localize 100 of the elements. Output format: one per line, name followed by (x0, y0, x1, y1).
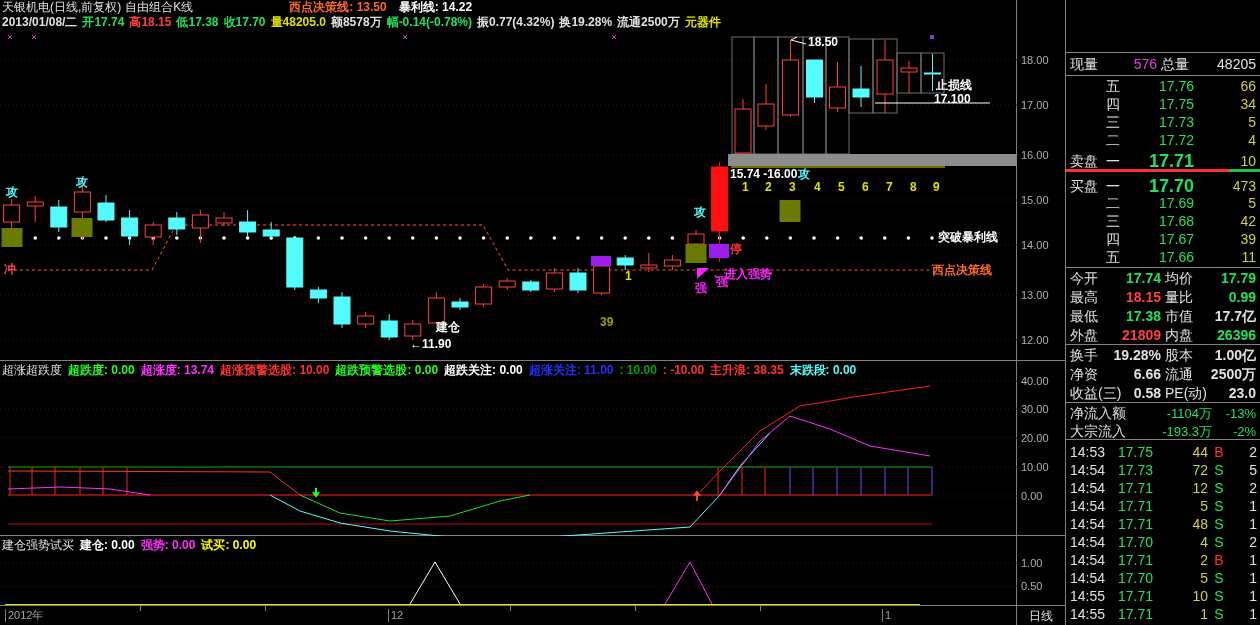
triangle-marker (697, 268, 709, 279)
tick-time: 14:54 (1070, 461, 1107, 480)
cross-mark (31, 34, 37, 40)
field-label: 股本 (1165, 346, 1193, 365)
field-value: -2% (1231, 422, 1256, 441)
field-value: 17.74 (1125, 269, 1161, 288)
field-value: 23.0 (1228, 384, 1256, 403)
field-value: 2500万 (1210, 365, 1256, 384)
signal-peak (409, 561, 461, 605)
field-label: 内盘 (1165, 326, 1193, 345)
axis-label: 18.00 (1021, 54, 1049, 66)
chart-label: 5 (838, 181, 845, 194)
tick-count: 2 (1248, 533, 1258, 552)
tick-time: 14:54 (1070, 569, 1107, 588)
candlestick (806, 59, 823, 104)
book-label: 买盘 (1070, 177, 1099, 196)
tick-time: 14:54 (1070, 551, 1107, 570)
field-value: -193.3万 (1162, 422, 1212, 441)
chart-label: 建仓 (436, 321, 460, 334)
level-label: 三 (1106, 212, 1121, 231)
indicator-value: : -10.00 (662, 363, 705, 378)
tick-volume: 12 (1191, 479, 1208, 498)
candlestick (262, 221, 280, 241)
tick-price: 17.71 (1118, 587, 1155, 606)
field-label: 均价 (1165, 269, 1193, 288)
axis-label: 20.00 (1021, 432, 1049, 444)
quote-value: 收17.70 (223, 15, 266, 30)
chart-label: 攻 (6, 186, 18, 199)
field-label: 大宗流入 (1070, 422, 1127, 441)
period-tab[interactable]: 日线 (1029, 606, 1053, 625)
field-value: 17.7亿 (1214, 307, 1256, 326)
tick-price: 17.71 (1118, 515, 1155, 534)
axis-label: 0.00 (1021, 490, 1043, 502)
tick-volume: 10 (1191, 587, 1208, 606)
chart-label: 15.74 -16.00 (730, 168, 798, 181)
field-value: -13% (1224, 404, 1256, 423)
candlestick (168, 211, 186, 236)
level-label: 三 (1106, 113, 1121, 132)
field-value: 48205 (1216, 54, 1256, 74)
field-label: 最高 (1070, 288, 1098, 307)
field-value: 0.58 (1133, 384, 1161, 403)
axis-label: 16.00 (1021, 149, 1049, 161)
quote-value: 2013/01/08/二 (2, 15, 78, 30)
trade-side: S (1213, 569, 1225, 588)
chart-label: 冲 (4, 263, 16, 276)
field-label: 换手 (1070, 346, 1098, 365)
field-label: 现量 (1070, 54, 1099, 74)
tick-price: 17.71 (1118, 497, 1155, 516)
order-volume: 473 (1231, 177, 1256, 196)
signal-block (779, 200, 801, 222)
candlestick (97, 194, 115, 223)
chart-label: 3 (789, 181, 796, 194)
field-label: 净流入额 (1070, 404, 1127, 423)
field-label: 今开 (1070, 269, 1098, 288)
tick-count: 2 (1248, 479, 1258, 498)
field-value: 0.99 (1228, 288, 1256, 307)
axis-label: 15.00 (1021, 194, 1049, 206)
quote-value: 量48205.0 (270, 15, 326, 30)
level-label: 二 (1106, 194, 1121, 213)
axis-label: 40.00 (1021, 375, 1049, 387)
indicator-value: : 10.00 (619, 363, 657, 378)
quote-value: 幅-0.14(-0.78%) (386, 15, 472, 30)
candlestick (663, 254, 681, 271)
order-volume: 4 (1247, 131, 1256, 150)
signal-block (709, 244, 729, 258)
candlestick (404, 319, 422, 341)
quote-value: 振0.77(4.32%) (477, 15, 555, 30)
field-value: 6.66 (1133, 365, 1161, 384)
candlestick (357, 311, 375, 329)
candlestick (309, 286, 327, 304)
field-label: 量比 (1165, 288, 1193, 307)
field-label: 外盘 (1070, 326, 1098, 345)
trade-side: S (1213, 461, 1225, 480)
order-volume: 66 (1239, 77, 1256, 96)
candlestick (545, 267, 563, 293)
tick-time: 14:54 (1070, 515, 1107, 534)
candlestick (757, 83, 775, 131)
stock-title: 天银机电(日线,前复权) (2, 0, 122, 15)
indicator-value: 超跌度: 0.00 (68, 363, 135, 378)
candlestick (191, 209, 209, 244)
field-value: -1104万 (1166, 404, 1212, 423)
chart-label: 攻 (798, 168, 810, 181)
tick-price: 17.70 (1118, 533, 1155, 552)
level-label: 一 (1106, 152, 1121, 171)
order-volume: 5 (1247, 194, 1256, 213)
quote-value: 开17.74 (82, 15, 125, 30)
candlestick (734, 98, 752, 154)
axis-label: 0.50 (1021, 580, 1043, 592)
quote-value: 低17.38 (176, 15, 219, 30)
chart-label: 攻 (694, 206, 706, 219)
tick-price: 17.73 (1118, 461, 1155, 480)
axis-label: 13.00 (1021, 289, 1049, 301)
arrow-down-icon (312, 487, 320, 498)
field-label: 收益(三) (1070, 384, 1122, 403)
field-value: 26396 (1217, 326, 1256, 345)
axis-label: 17.00 (1021, 99, 1049, 111)
field-label: 最低 (1070, 307, 1098, 326)
trade-side: S (1213, 587, 1225, 606)
tick-volume: 48 (1191, 515, 1208, 534)
tick-count: 1 (1248, 605, 1258, 624)
